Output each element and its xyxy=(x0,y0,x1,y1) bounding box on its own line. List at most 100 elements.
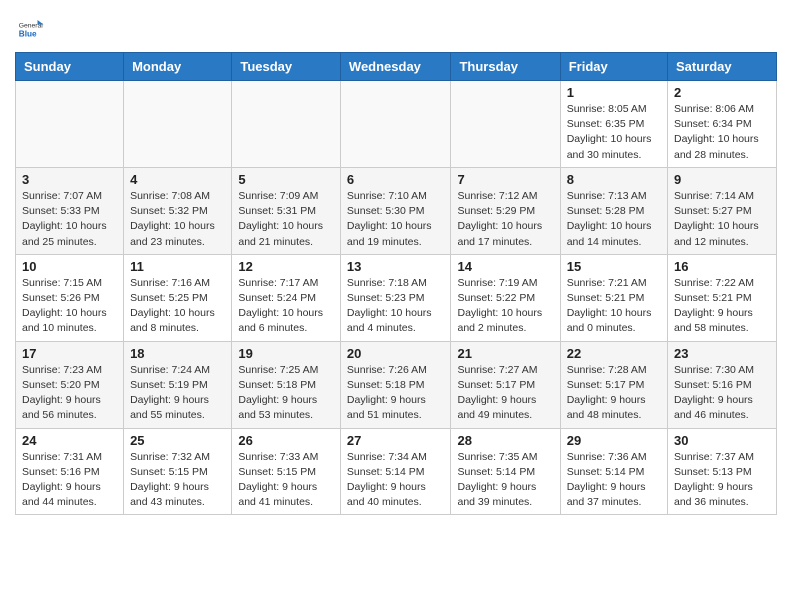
day-number: 16 xyxy=(674,259,770,274)
day-number: 11 xyxy=(130,259,225,274)
day-number: 30 xyxy=(674,433,770,448)
day-info: Sunrise: 7:13 AMSunset: 5:28 PMDaylight:… xyxy=(567,189,661,250)
day-number: 10 xyxy=(22,259,117,274)
day-number: 13 xyxy=(347,259,445,274)
calendar-cell: 13 Sunrise: 7:18 AMSunset: 5:23 PMDayligh… xyxy=(340,254,451,341)
day-info: Sunrise: 7:09 AMSunset: 5:31 PMDaylight:… xyxy=(238,189,334,250)
calendar-cell: 6Sunrise: 7:10 AMSunset: 5:30 PMDaylight… xyxy=(340,167,451,254)
day-info: Sunrise: 7:16 AMSunset: 5:25 PMDaylight:… xyxy=(130,276,225,337)
calendar-cell: 22 Sunrise: 7:28 AMSunset: 5:17 PMDayligh… xyxy=(560,341,667,428)
day-info: Sunrise: 7:30 AMSunset: 5:16 PMDaylight:… xyxy=(674,363,770,424)
day-info: Sunrise: 7:31 AMSunset: 5:16 PMDaylight:… xyxy=(22,450,117,511)
day-number: 7 xyxy=(457,172,553,187)
day-info: Sunrise: 7:26 AMSunset: 5:18 PMDaylight:… xyxy=(347,363,445,424)
day-number: 22 xyxy=(567,346,661,361)
weekday-header-row: SundayMondayTuesdayWednesdayThursdayFrid… xyxy=(16,53,777,81)
calendar-cell: 12 Sunrise: 7:17 AMSunset: 5:24 PMDayligh… xyxy=(232,254,341,341)
day-number: 28 xyxy=(457,433,553,448)
day-number: 1 xyxy=(567,85,661,100)
weekday-header-friday: Friday xyxy=(560,53,667,81)
calendar-cell: 24 Sunrise: 7:31 AMSunset: 5:16 PMDayligh… xyxy=(16,428,124,515)
calendar-cell: 28 Sunrise: 7:35 AMSunset: 5:14 PMDayligh… xyxy=(451,428,560,515)
day-info: Sunrise: 7:35 AMSunset: 5:14 PMDaylight:… xyxy=(457,450,553,511)
calendar-body: 1Sunrise: 8:05 AMSunset: 6:35 PMDaylight… xyxy=(16,81,777,515)
day-number: 8 xyxy=(567,172,661,187)
header: General Blue xyxy=(15,10,777,44)
day-info: Sunrise: 7:24 AMSunset: 5:19 PMDaylight:… xyxy=(130,363,225,424)
day-info: Sunrise: 7:34 AMSunset: 5:14 PMDaylight:… xyxy=(347,450,445,511)
svg-text:Blue: Blue xyxy=(19,30,37,39)
calendar-cell: 15 Sunrise: 7:21 AMSunset: 5:21 PMDayligh… xyxy=(560,254,667,341)
day-number: 9 xyxy=(674,172,770,187)
day-info: Sunrise: 7:17 AMSunset: 5:24 PMDaylight:… xyxy=(238,276,334,337)
logo: General Blue xyxy=(15,14,47,44)
calendar-cell: 26Sunrise: 7:33 AMSunset: 5:15 PMDayligh… xyxy=(232,428,341,515)
calendar-header: SundayMondayTuesdayWednesdayThursdayFrid… xyxy=(16,53,777,81)
calendar-cell: 7Sunrise: 7:12 AMSunset: 5:29 PMDaylight… xyxy=(451,167,560,254)
calendar-cell: 9 Sunrise: 7:14 AMSunset: 5:27 PMDaylight… xyxy=(668,167,777,254)
calendar-cell: 21 Sunrise: 7:27 AMSunset: 5:17 PMDayligh… xyxy=(451,341,560,428)
weekday-header-thursday: Thursday xyxy=(451,53,560,81)
day-info: Sunrise: 7:10 AMSunset: 5:30 PMDaylight:… xyxy=(347,189,445,250)
day-number: 3 xyxy=(22,172,117,187)
calendar-cell: 20 Sunrise: 7:26 AMSunset: 5:18 PMDayligh… xyxy=(340,341,451,428)
calendar-cell: 17Sunrise: 7:23 AMSunset: 5:20 PMDayligh… xyxy=(16,341,124,428)
day-number: 2 xyxy=(674,85,770,100)
day-info: Sunrise: 7:08 AMSunset: 5:32 PMDaylight:… xyxy=(130,189,225,250)
day-info: Sunrise: 7:14 AMSunset: 5:27 PMDaylight:… xyxy=(674,189,770,250)
day-number: 5 xyxy=(238,172,334,187)
day-number: 20 xyxy=(347,346,445,361)
calendar-cell: 8 Sunrise: 7:13 AMSunset: 5:28 PMDaylight… xyxy=(560,167,667,254)
calendar-cell: 23 Sunrise: 7:30 AMSunset: 5:16 PMDayligh… xyxy=(668,341,777,428)
weekday-header-monday: Monday xyxy=(124,53,232,81)
day-info: Sunrise: 7:36 AMSunset: 5:14 PMDaylight:… xyxy=(567,450,661,511)
day-number: 23 xyxy=(674,346,770,361)
calendar-week-1: 1Sunrise: 8:05 AMSunset: 6:35 PMDaylight… xyxy=(16,81,777,168)
day-number: 26 xyxy=(238,433,334,448)
calendar-cell xyxy=(232,81,341,168)
calendar-week-5: 24 Sunrise: 7:31 AMSunset: 5:16 PMDayligh… xyxy=(16,428,777,515)
day-info: Sunrise: 7:23 AMSunset: 5:20 PMDaylight:… xyxy=(22,363,117,424)
main-container: General Blue SundayMondayTuesdayWednesda… xyxy=(0,0,792,525)
calendar-cell: 5 Sunrise: 7:09 AMSunset: 5:31 PMDaylight… xyxy=(232,167,341,254)
day-number: 21 xyxy=(457,346,553,361)
day-info: Sunrise: 8:06 AMSunset: 6:34 PMDaylight:… xyxy=(674,102,770,163)
day-info: Sunrise: 7:21 AMSunset: 5:21 PMDaylight:… xyxy=(567,276,661,337)
day-info: Sunrise: 7:28 AMSunset: 5:17 PMDaylight:… xyxy=(567,363,661,424)
day-number: 18 xyxy=(130,346,225,361)
calendar-cell: 10 Sunrise: 7:15 AMSunset: 5:26 PMDayligh… xyxy=(16,254,124,341)
calendar-cell: 1Sunrise: 8:05 AMSunset: 6:35 PMDaylight… xyxy=(560,81,667,168)
calendar-table: SundayMondayTuesdayWednesdayThursdayFrid… xyxy=(15,52,777,515)
calendar-cell xyxy=(340,81,451,168)
day-info: Sunrise: 7:27 AMSunset: 5:17 PMDaylight:… xyxy=(457,363,553,424)
calendar-cell xyxy=(124,81,232,168)
day-info: Sunrise: 7:18 AMSunset: 5:23 PMDaylight:… xyxy=(347,276,445,337)
day-number: 15 xyxy=(567,259,661,274)
weekday-header-wednesday: Wednesday xyxy=(340,53,451,81)
day-number: 24 xyxy=(22,433,117,448)
calendar-cell: 16 Sunrise: 7:22 AMSunset: 5:21 PMDayligh… xyxy=(668,254,777,341)
calendar-cell: 11 Sunrise: 7:16 AMSunset: 5:25 PMDayligh… xyxy=(124,254,232,341)
calendar-cell: 3Sunrise: 7:07 AMSunset: 5:33 PMDaylight… xyxy=(16,167,124,254)
day-number: 12 xyxy=(238,259,334,274)
calendar-cell: 14 Sunrise: 7:19 AMSunset: 5:22 PMDayligh… xyxy=(451,254,560,341)
day-number: 14 xyxy=(457,259,553,274)
calendar-cell xyxy=(451,81,560,168)
day-info: Sunrise: 7:19 AMSunset: 5:22 PMDaylight:… xyxy=(457,276,553,337)
weekday-header-sunday: Sunday xyxy=(16,53,124,81)
day-info: Sunrise: 7:15 AMSunset: 5:26 PMDaylight:… xyxy=(22,276,117,337)
calendar-cell: 27 Sunrise: 7:34 AMSunset: 5:14 PMDayligh… xyxy=(340,428,451,515)
day-number: 27 xyxy=(347,433,445,448)
day-info: Sunrise: 7:25 AMSunset: 5:18 PMDaylight:… xyxy=(238,363,334,424)
calendar-cell: 2 Sunrise: 8:06 AMSunset: 6:34 PMDaylight… xyxy=(668,81,777,168)
calendar-cell: 29Sunrise: 7:36 AMSunset: 5:14 PMDayligh… xyxy=(560,428,667,515)
day-info: Sunrise: 7:32 AMSunset: 5:15 PMDaylight:… xyxy=(130,450,225,511)
calendar-week-3: 10 Sunrise: 7:15 AMSunset: 5:26 PMDayligh… xyxy=(16,254,777,341)
calendar-week-4: 17Sunrise: 7:23 AMSunset: 5:20 PMDayligh… xyxy=(16,341,777,428)
calendar-cell: 18 Sunrise: 7:24 AMSunset: 5:19 PMDayligh… xyxy=(124,341,232,428)
day-number: 4 xyxy=(130,172,225,187)
day-number: 19 xyxy=(238,346,334,361)
weekday-header-tuesday: Tuesday xyxy=(232,53,341,81)
calendar-cell: 30Sunrise: 7:37 AMSunset: 5:13 PMDayligh… xyxy=(668,428,777,515)
day-info: Sunrise: 7:22 AMSunset: 5:21 PMDaylight:… xyxy=(674,276,770,337)
